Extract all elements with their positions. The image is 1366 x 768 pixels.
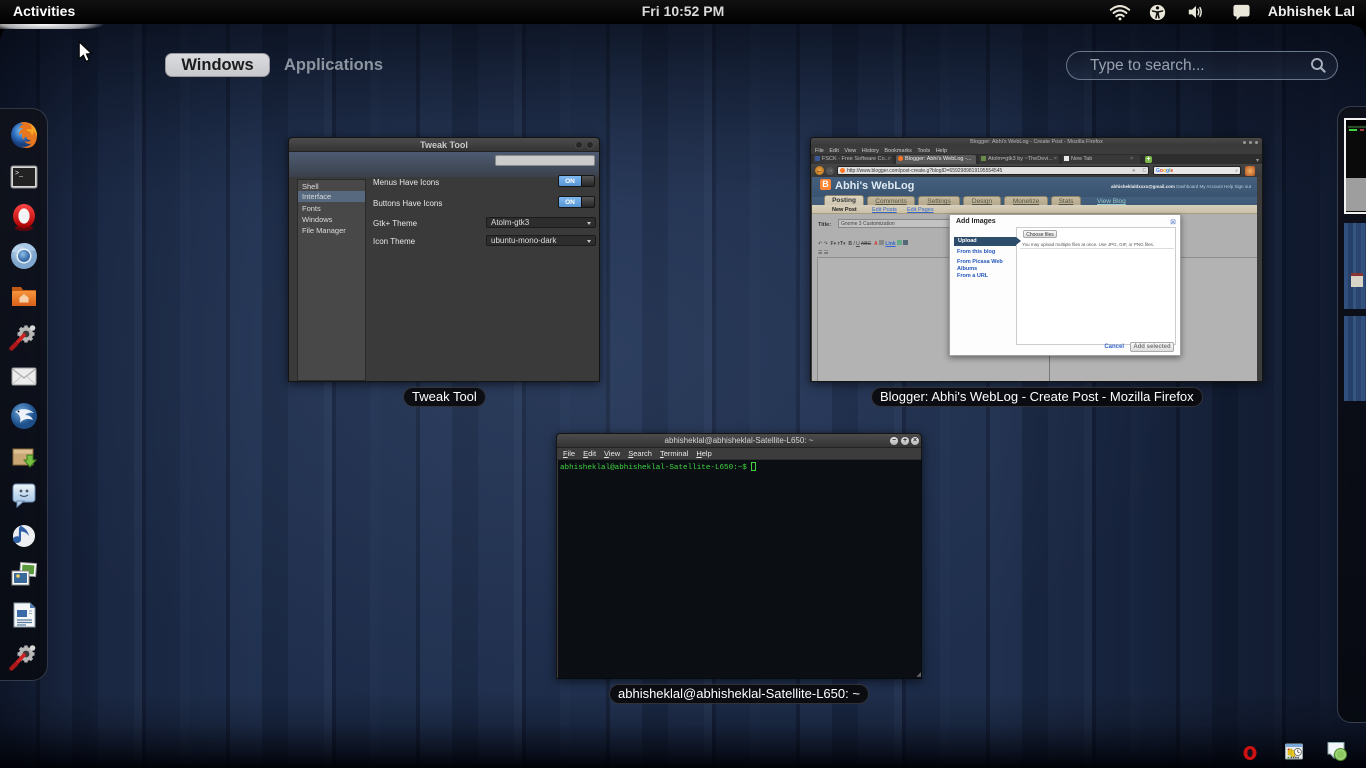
svg-text:>_: >_ — [15, 170, 23, 177]
